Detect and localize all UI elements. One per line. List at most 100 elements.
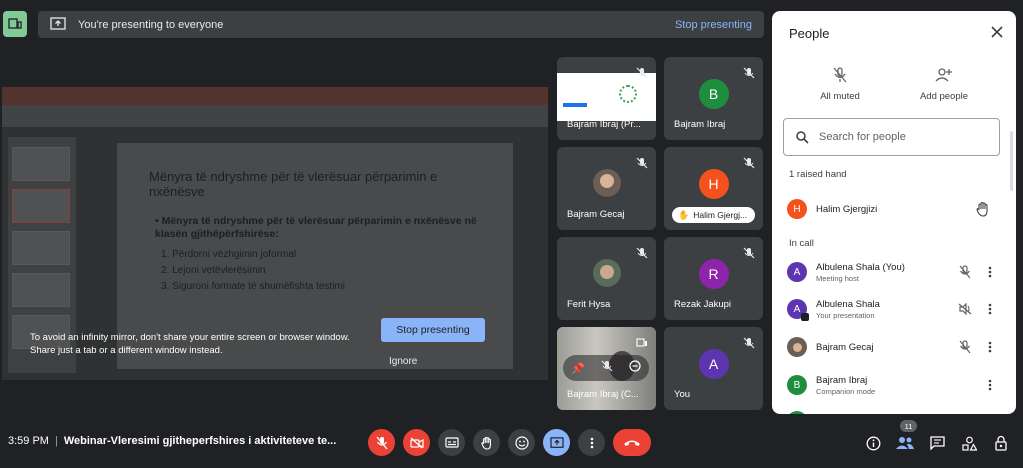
person-name: Bajram Gecaj — [816, 341, 874, 353]
reactions-button[interactable] — [508, 429, 535, 456]
hang-up-icon — [624, 440, 640, 446]
camera-toggle-button[interactable] — [403, 429, 430, 456]
leave-call-button[interactable] — [613, 429, 651, 456]
captions-icon — [444, 437, 459, 448]
present-screen-icon — [549, 436, 564, 448]
person-row[interactable]: A Albulena Shala (You) Meeting host — [772, 256, 1016, 288]
close-icon[interactable] — [990, 25, 1004, 39]
clock-time: 3:59 PM — [8, 435, 49, 447]
raise-hand-button[interactable] — [473, 429, 500, 456]
person-row[interactable]: Bajram Gecaj — [772, 331, 1016, 363]
raised-hand-chip: ✋ Halim Gjergj... — [672, 207, 755, 223]
mic-off-icon — [636, 66, 648, 79]
participant-tile[interactable]: A You — [664, 327, 763, 410]
pin-icon[interactable]: 📌 — [571, 362, 585, 375]
participant-tile[interactable]: Bajram Gecaj — [557, 147, 656, 230]
person-name: Halim Gjergjizi — [816, 203, 878, 215]
mic-off-icon — [743, 336, 755, 349]
meeting-details-icon[interactable] — [864, 434, 882, 452]
person-role: Meeting host — [816, 273, 859, 283]
more-options-icon[interactable] — [984, 265, 996, 279]
person-name: Bajram Ibraj — [816, 374, 868, 386]
stop-presenting-button[interactable]: Stop presenting — [381, 318, 485, 342]
participant-tile[interactable]: B Bajram Ibraj — [664, 57, 763, 140]
avatar — [592, 168, 621, 197]
raised-hand-icon[interactable] — [976, 201, 990, 217]
host-controls-icon[interactable] — [992, 434, 1010, 452]
mic-off-icon — [743, 156, 755, 169]
panel-title: People — [789, 26, 830, 41]
more-options-icon[interactable] — [984, 378, 996, 392]
presenting-status-text: You're presenting to everyone — [78, 18, 224, 31]
mic-off-icon — [833, 67, 847, 83]
person-role: Your presentation — [816, 310, 875, 320]
add-people-button[interactable]: Add people — [904, 67, 984, 102]
all-muted-label: All muted — [820, 91, 860, 102]
more-vert-icon — [590, 437, 593, 448]
more-options-button[interactable] — [578, 429, 605, 456]
avatar: R — [698, 258, 729, 289]
remove-icon[interactable] — [629, 359, 641, 377]
presenting-banner: You're presenting to everyone Stop prese… — [38, 11, 764, 38]
person-row[interactable]: B Bajram Ibraj Companion mode — [772, 369, 1016, 401]
participant-name: Bajram Ibraj (Pr... — [567, 119, 641, 130]
participant-name: Halim Gjergj... — [693, 210, 748, 220]
audio-off-icon[interactable] — [958, 302, 972, 316]
emoji-icon — [514, 435, 529, 450]
participant-tile[interactable]: Ferit Hysa — [557, 237, 656, 320]
companion-mode-icon[interactable] — [3, 11, 27, 37]
participant-name: Rezak Jakupi — [674, 299, 732, 310]
mic-off-icon — [636, 246, 648, 259]
participant-tile[interactable]: R Rezak Jakupi — [664, 237, 763, 320]
hand-icon: ✋ — [678, 209, 690, 220]
avatar-initial: A — [793, 303, 801, 315]
participant-tile[interactable]: H ✋ Halim Gjergj... — [664, 147, 763, 230]
mic-off-icon — [743, 66, 755, 79]
mute-all-button[interactable]: All muted — [800, 67, 880, 102]
mic-off-icon — [743, 246, 755, 259]
camera-off-icon — [409, 437, 424, 448]
mic-toggle-button[interactable] — [368, 429, 395, 456]
mic-off-icon — [376, 436, 387, 449]
person-name: Albulena Shala — [816, 298, 880, 310]
meeting-title: Webinar-Vleresimi gjitheperfshires i akt… — [63, 435, 337, 447]
panel-scrollbar[interactable] — [1010, 131, 1013, 191]
captions-button[interactable] — [438, 429, 465, 456]
person-row[interactable]: A Albulena Shala Your presentation — [772, 293, 1016, 325]
activities-icon[interactable] — [960, 434, 978, 452]
participant-name: You — [674, 389, 691, 400]
person-row[interactable] — [772, 405, 1016, 414]
participant-count-badge: 11 — [900, 420, 917, 432]
raised-hand-row[interactable]: H Halim Gjergjizi — [772, 193, 1016, 225]
chat-icon[interactable] — [928, 434, 946, 452]
mute-participant-icon[interactable] — [601, 359, 613, 377]
present-now-button[interactable] — [543, 429, 570, 456]
more-options-icon[interactable] — [984, 340, 996, 354]
stop-presenting-link[interactable]: Stop presenting — [675, 19, 752, 31]
person-name: Albulena Shala (You) — [816, 261, 905, 273]
participant-tile[interactable]: Bajram Ibraj (Pr... — [557, 57, 656, 140]
more-options-icon[interactable] — [984, 302, 996, 316]
people-icon[interactable] — [896, 434, 914, 452]
presentation-thumbnail — [557, 73, 656, 121]
mic-off-icon[interactable] — [958, 340, 972, 354]
hand-icon — [480, 436, 491, 450]
participant-name: Bajram Gecaj — [567, 209, 625, 220]
avatar: A — [698, 348, 729, 379]
search-box[interactable] — [783, 118, 1000, 156]
avatar — [787, 411, 807, 414]
avatar: A — [787, 299, 809, 321]
ignore-button[interactable]: Ignore — [389, 356, 417, 367]
raised-hands-heading: 1 raised hand — [789, 169, 847, 180]
mic-off-icon — [636, 156, 648, 169]
search-input[interactable] — [819, 131, 989, 143]
avatar: B — [698, 78, 729, 109]
mic-off-icon[interactable] — [958, 265, 972, 279]
person-role: Companion mode — [816, 386, 876, 396]
avatar: B — [787, 375, 807, 395]
participant-tile[interactable]: 📌 Bajram Ibraj (C... — [557, 327, 656, 410]
avatar — [592, 258, 621, 287]
meeting-info: 3:59 PM | Webinar-Vleresimi gjitheperfshir… — [8, 435, 337, 447]
people-panel: People All muted Add people 1 raised han… — [772, 11, 1016, 414]
add-person-icon — [935, 68, 952, 82]
